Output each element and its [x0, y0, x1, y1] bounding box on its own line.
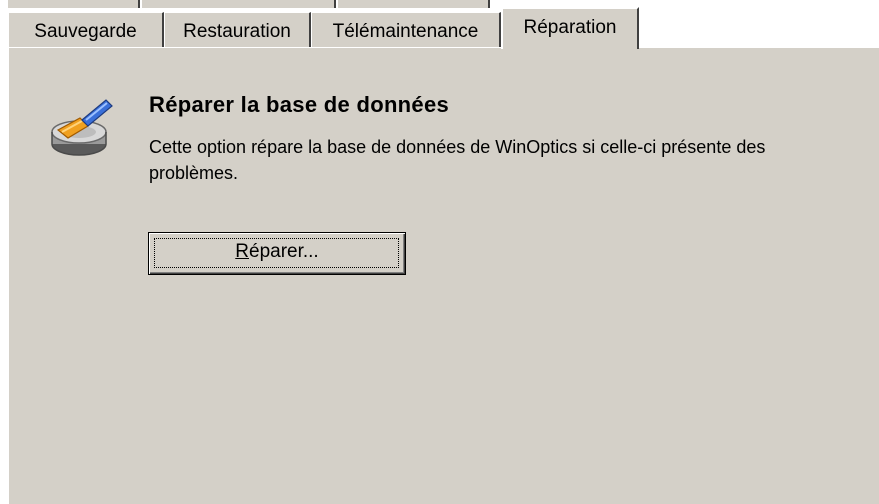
tab-row-back-fragment [338, 0, 490, 8]
database-repair-brush-icon [51, 99, 113, 156]
repair-button-label: Réparer... [149, 241, 405, 263]
tab-reparation[interactable]: Réparation [501, 7, 639, 49]
tab-row-back-fragment [8, 0, 140, 8]
tab-label: Réparation [523, 17, 617, 38]
section-title: Réparer la base de données [149, 92, 450, 117]
tab-telemaintenance[interactable]: Télémaintenance [311, 12, 501, 48]
mnemonic-letter: R [235, 241, 249, 262]
tab-strip: Sauvegarde Restauration Télémaintenance … [8, 0, 879, 49]
repair-button[interactable]: Réparer... [148, 232, 406, 275]
button-label-text: éparer... [249, 241, 319, 262]
window-margin [0, 0, 8, 504]
tab-restauration[interactable]: Restauration [164, 12, 311, 48]
tab-label: Télémaintenance [332, 21, 479, 42]
tab-sauvegarde[interactable]: Sauvegarde [8, 12, 164, 48]
tab-label: Restauration [183, 21, 291, 42]
section-description: Cette option répare la base de données d… [149, 137, 766, 183]
tab-label: Sauvegarde [34, 21, 137, 42]
tab-row-back-fragment [142, 0, 336, 8]
